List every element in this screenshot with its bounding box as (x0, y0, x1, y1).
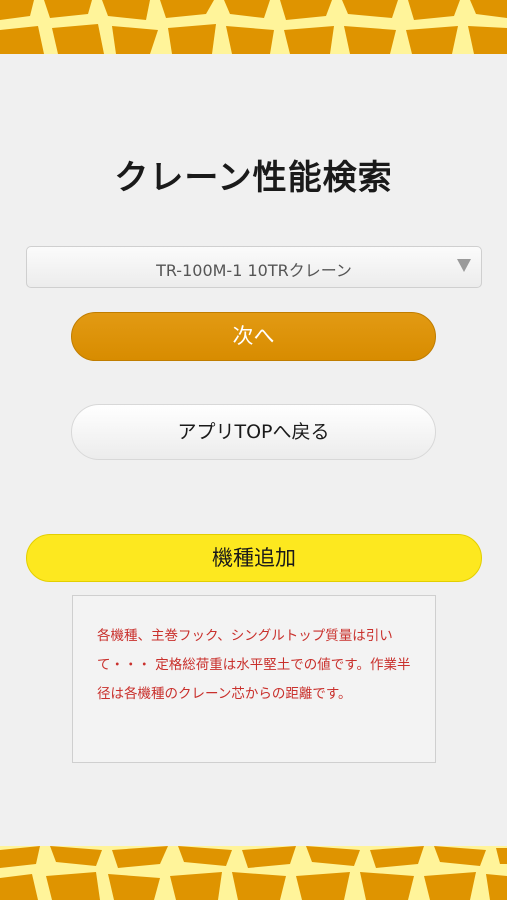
info-note-text: 各機種、主巻フック、シングルトップ質量は引いて・・・ 定格総荷重は水平堅土での値… (97, 628, 411, 702)
info-note: 各機種、主巻フック、シングルトップ質量は引いて・・・ 定格総荷重は水平堅土での値… (72, 595, 436, 763)
giraffe-pattern-header (0, 0, 507, 54)
model-select[interactable]: TR-100M-1 10TRクレーン (26, 246, 482, 288)
page-title: クレーン性能検索 (114, 158, 393, 198)
model-select-value: TR-100M-1 10TRクレーン (156, 261, 352, 280)
giraffe-pattern-image (0, 0, 507, 54)
giraffe-pattern-footer (0, 846, 507, 900)
back-to-app-top-button[interactable]: アプリTOPへ戻る (71, 404, 436, 460)
screen: クレーン性能検索 TR-100M-1 10TRクレーン 次へ アプリTOPへ戻る… (0, 0, 507, 900)
next-button[interactable]: 次へ (71, 312, 436, 361)
add-model-button[interactable]: 機種追加 (26, 534, 482, 582)
triangle-down-icon (457, 259, 471, 272)
giraffe-pattern-image (0, 846, 507, 900)
